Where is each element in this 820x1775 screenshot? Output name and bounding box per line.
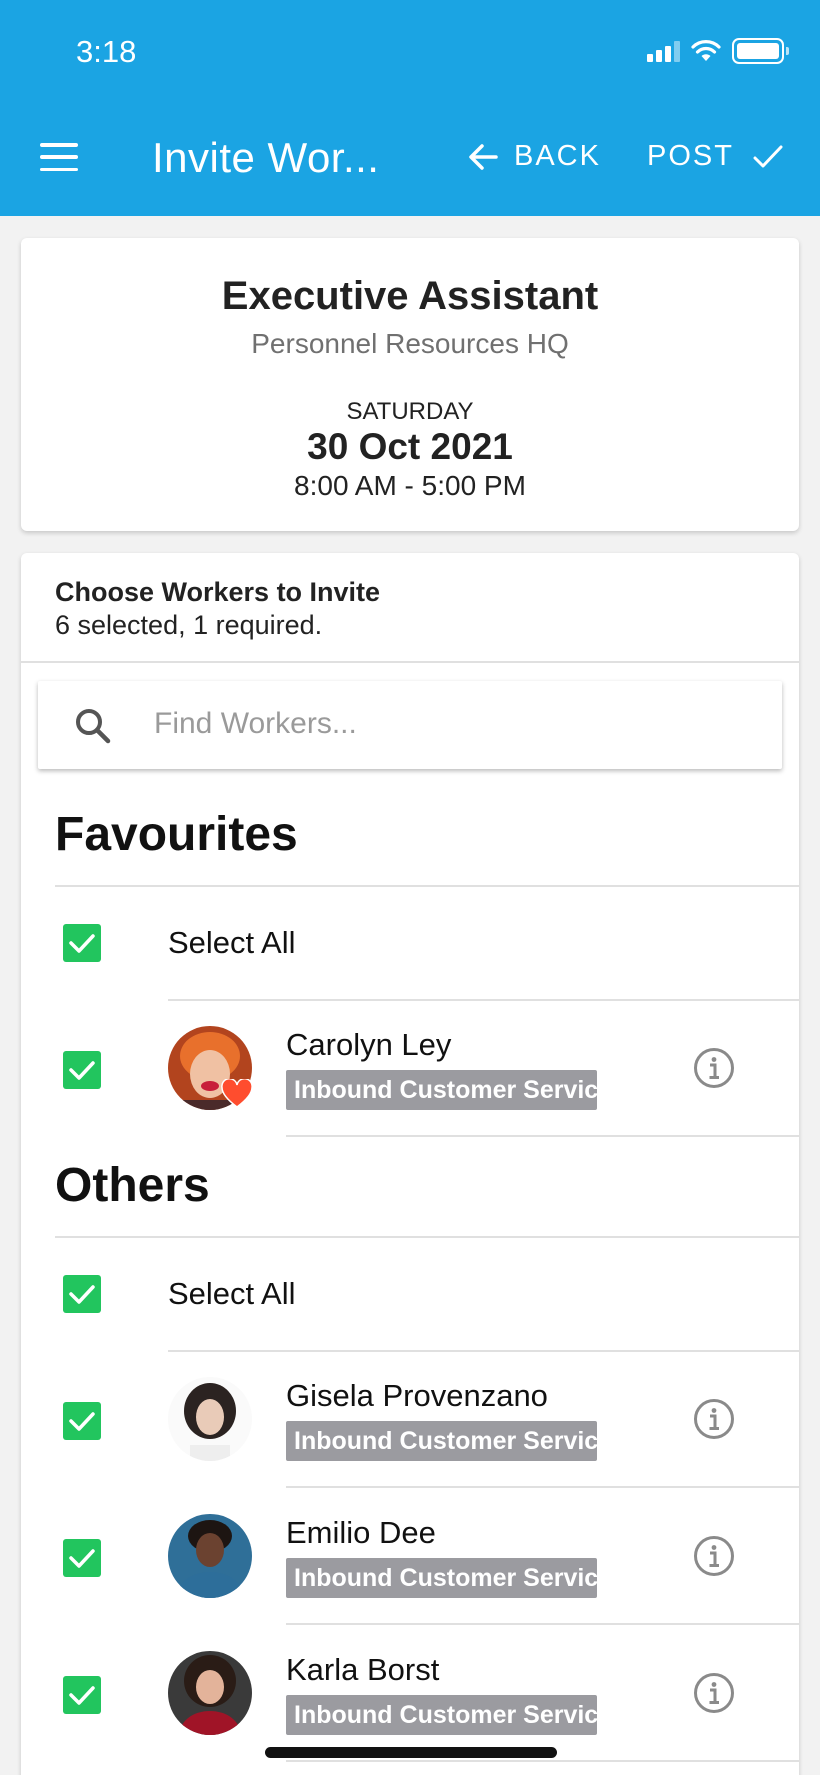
favourite-heart-icon	[221, 1079, 253, 1108]
divider	[286, 1135, 799, 1137]
back-button[interactable]: BACK	[468, 140, 601, 173]
worker-role-tag: Inbound Customer Service	[286, 1421, 597, 1461]
worker-name: Carolyn Ley	[286, 1027, 452, 1062]
worker-name: Gisela Provenzano	[286, 1378, 548, 1413]
worker-checkbox[interactable]	[63, 1051, 101, 1089]
status-icons	[647, 38, 789, 64]
post-button[interactable]: POST	[647, 140, 784, 173]
check-icon	[69, 1549, 95, 1568]
worker-name: Emilio Dee	[286, 1515, 436, 1550]
job-time: 8:00 AM - 5:00 PM	[294, 470, 526, 501]
post-label: POST	[647, 140, 734, 172]
checkmark-icon	[753, 145, 783, 167]
favourites-select-all-checkbox[interactable]	[63, 924, 101, 962]
others-select-all-label[interactable]: Select All	[168, 1276, 296, 1312]
selection-count: 6 selected, 1 required.	[55, 610, 323, 640]
status-time: 3:18	[76, 34, 137, 69]
worker-role-tag: Inbound Customer Service	[286, 1558, 597, 1598]
worker-role-tag: Inbound Customer Service	[286, 1070, 597, 1110]
choose-workers-title: Choose Workers to Invite	[55, 577, 381, 607]
job-date: 30 Oct 2021	[307, 426, 513, 467]
job-title: Executive Assistant	[221, 274, 599, 318]
worker-name: Karla Borst	[286, 1652, 440, 1687]
divider	[168, 999, 799, 1001]
divider	[286, 1486, 799, 1488]
check-icon	[69, 1285, 95, 1304]
divider	[286, 1760, 799, 1762]
cellular-signal-icon	[647, 40, 680, 62]
battery-icon	[732, 38, 789, 64]
avatar	[168, 1377, 252, 1461]
home-indicator[interactable]	[265, 1747, 557, 1758]
app-screen: 3:18 Invite Wor... BACK POST Executive A…	[0, 0, 820, 1775]
back-label: BACK	[514, 140, 601, 172]
search-input[interactable]	[154, 699, 754, 749]
favourites-heading: Favourites	[55, 808, 298, 861]
menu-icon[interactable]	[40, 143, 78, 171]
avatar	[168, 1651, 252, 1735]
arrow-left-icon	[469, 143, 498, 170]
divider	[55, 1236, 799, 1238]
divider	[286, 1623, 799, 1625]
worker-checkbox[interactable]	[63, 1676, 101, 1714]
info-icon[interactable]	[693, 1535, 735, 1577]
others-heading: Others	[55, 1159, 210, 1212]
job-summary-card: Executive Assistant Personnel Resources …	[21, 238, 799, 531]
divider	[55, 885, 799, 887]
search-box[interactable]	[38, 681, 782, 769]
check-icon	[69, 1061, 95, 1080]
divider	[168, 1350, 799, 1352]
info-icon[interactable]	[693, 1047, 735, 1089]
info-icon[interactable]	[693, 1398, 735, 1440]
app-header: 3:18 Invite Wor... BACK POST	[0, 0, 820, 216]
wifi-icon	[691, 40, 721, 61]
search-icon	[76, 709, 111, 744]
worker-role-tag: Inbound Customer Service	[286, 1695, 597, 1735]
others-select-all-checkbox[interactable]	[63, 1275, 101, 1313]
workers-panel: Choose Workers to Invite 6 selected, 1 r…	[21, 553, 799, 1775]
worker-checkbox[interactable]	[63, 1402, 101, 1440]
page-title: Invite Wor...	[152, 134, 380, 181]
favourites-select-all-label[interactable]: Select All	[168, 925, 296, 961]
job-company: Personnel Resources HQ	[251, 328, 569, 359]
check-icon	[69, 1686, 95, 1705]
check-icon	[69, 934, 95, 953]
job-day: SATURDAY	[346, 398, 474, 425]
avatar	[168, 1514, 252, 1598]
check-icon	[69, 1412, 95, 1431]
divider	[21, 661, 799, 663]
info-icon[interactable]	[693, 1672, 735, 1714]
worker-checkbox[interactable]	[63, 1539, 101, 1577]
